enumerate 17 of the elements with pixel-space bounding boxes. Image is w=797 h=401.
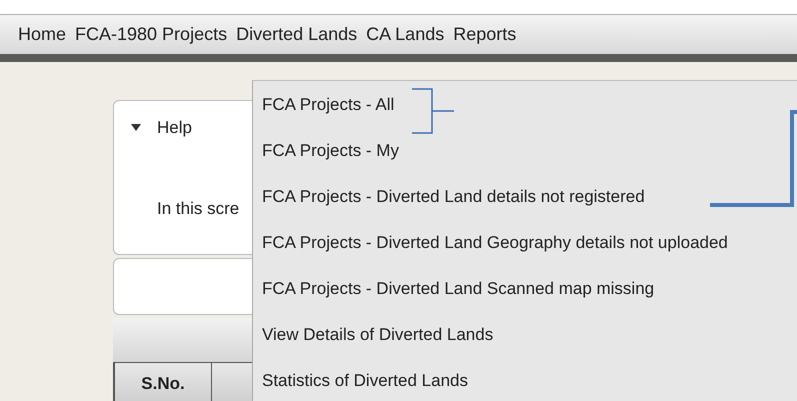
- menu-option[interactable]: View Details of Diverted Lands: [253, 311, 797, 357]
- collapse-triangle-icon[interactable]: [131, 124, 141, 132]
- menu-option[interactable]: FCA Projects - My: [253, 127, 797, 173]
- menu-item[interactable]: FCA-1980 Projects: [75, 21, 228, 48]
- menu-option[interactable]: FCA Projects - Diverted Land Geography details not uploaded: [253, 219, 797, 265]
- annotation-bracket: [411, 88, 455, 134]
- menu-option[interactable]: FCA Projects - All: [253, 81, 797, 127]
- menu-item[interactable]: Reports: [453, 21, 516, 48]
- menu-item[interactable]: CA Lands: [366, 21, 444, 48]
- help-title: Help: [157, 117, 192, 139]
- menu-option[interactable]: FCA Projects - Diverted Land details not registered: [253, 173, 797, 219]
- menu-option[interactable]: FCA Projects - Diverted Land Scanned map missing: [253, 265, 797, 311]
- menu-item[interactable]: Diverted Lands: [236, 21, 358, 48]
- help-text: In this scre: [157, 198, 240, 220]
- menu-item[interactable]: Home: [18, 21, 66, 48]
- column-header: S.No.: [115, 362, 212, 401]
- menu-option[interactable]: Statistics of Diverted Lands: [253, 357, 797, 401]
